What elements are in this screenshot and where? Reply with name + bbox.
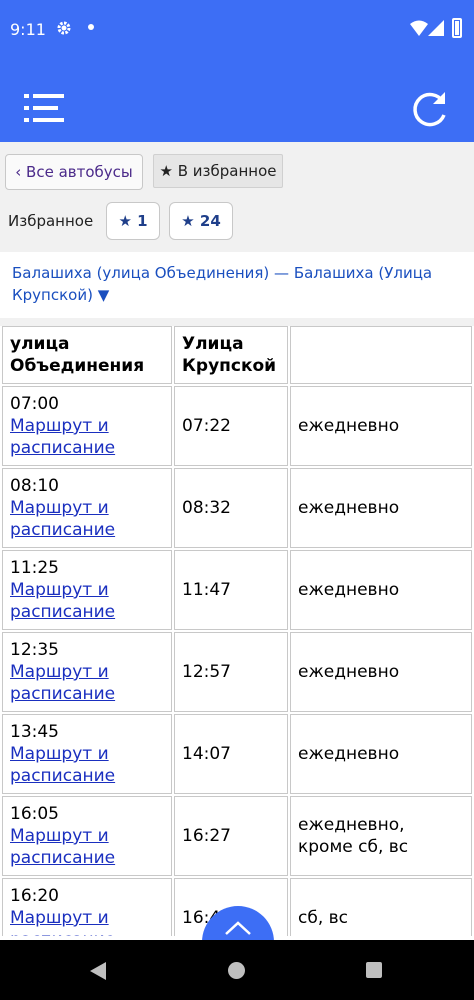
days-cell: ежедневно xyxy=(290,632,472,712)
table-row: 08:10 Маршрут и расписание 08:32 ежедневн… xyxy=(2,468,472,548)
arrival-time: 08:32 xyxy=(174,468,288,548)
app-bar xyxy=(0,60,474,142)
system-nav-bar xyxy=(0,940,474,1000)
departure-time: 11:25 xyxy=(10,558,59,578)
favorite-chip-24[interactable]: ★ 24 xyxy=(169,202,233,240)
departure-time: 16:05 xyxy=(10,804,59,824)
route-schedule-link[interactable]: Маршрут и расписание xyxy=(10,908,115,936)
departure-time: 08:10 xyxy=(10,476,59,496)
header-arrival: Улица Крупской xyxy=(174,326,288,384)
days-cell: ежедневно xyxy=(290,468,472,548)
arrival-time: 14:07 xyxy=(174,714,288,794)
favorites-label: Избранное xyxy=(8,212,94,230)
nav-home-icon[interactable] xyxy=(228,962,245,979)
chevron-up-icon xyxy=(225,921,251,935)
table-header-row: улица Объединения Улица Крупской xyxy=(2,326,472,384)
route-schedule-link[interactable]: Маршрут и расписание xyxy=(10,416,115,458)
departure-time: 07:00 xyxy=(10,394,59,414)
route-schedule-link[interactable]: Маршрут и расписание xyxy=(10,826,115,868)
route-schedule-link[interactable]: Маршрут и расписание xyxy=(10,744,115,786)
gear-icon xyxy=(57,21,71,35)
route-schedule-link[interactable]: Маршрут и расписание xyxy=(10,662,115,704)
status-bar: 9:11 xyxy=(0,0,474,60)
all-buses-button[interactable]: ‹ Все автобусы xyxy=(5,154,143,190)
arrival-time: 16:27 xyxy=(174,796,288,876)
table-row: 16:05 Маршрут и расписание 16:27 ежедневн… xyxy=(2,796,472,876)
favorite-chip-1[interactable]: ★ 1 xyxy=(106,202,160,240)
notification-dot-icon xyxy=(88,24,94,30)
route-schedule-link[interactable]: Маршрут и расписание xyxy=(10,580,115,622)
table-row: 11:25 Маршрут и расписание 11:47 ежедневн… xyxy=(2,550,472,630)
departure-cell: 12:35 Маршрут и расписание xyxy=(2,632,172,712)
days-cell: ежедневно xyxy=(290,550,472,630)
days-cell: сб, вс xyxy=(290,878,472,936)
table-row: 13:45 Маршрут и расписание 14:07 ежедневн… xyxy=(2,714,472,794)
battery-icon xyxy=(452,18,462,38)
departure-cell: 11:25 Маршрут и расписание xyxy=(2,550,172,630)
arrival-time: 11:47 xyxy=(174,550,288,630)
departure-time: 13:45 xyxy=(10,722,59,742)
departure-time: 12:35 xyxy=(10,640,59,660)
refresh-icon[interactable] xyxy=(410,88,450,128)
nav-back-icon[interactable] xyxy=(90,962,106,980)
days-cell: ежедневно xyxy=(290,714,472,794)
header-departure: улица Объединения xyxy=(2,326,172,384)
timetable: улица Объединения Улица Крупской 07:00 Ма… xyxy=(0,324,474,936)
header-days xyxy=(290,326,472,384)
departure-cell: 16:05 Маршрут и расписание xyxy=(2,796,172,876)
signal-icon xyxy=(428,20,444,36)
departure-cell: 13:45 Маршрут и расписание xyxy=(2,714,172,794)
add-to-favorites-button[interactable]: ★ В избранное xyxy=(153,154,283,188)
departure-time: 16:20 xyxy=(10,886,59,906)
departure-cell: 08:10 Маршрут и расписание xyxy=(2,468,172,548)
menu-list-icon[interactable] xyxy=(24,94,64,122)
departure-cell: 16:20Маршрут и расписание xyxy=(2,878,172,936)
departure-cell: 07:00 Маршрут и расписание xyxy=(2,386,172,466)
timetable-table: улица Объединения Улица Крупской 07:00 Ма… xyxy=(0,324,474,936)
wifi-icon xyxy=(410,20,428,36)
arrival-time: 12:57 xyxy=(174,632,288,712)
status-time: 9:11 xyxy=(10,20,46,39)
days-cell: ежедневно, кроме сб, вс xyxy=(290,796,472,876)
days-cell: ежедневно xyxy=(290,386,472,466)
route-selector[interactable]: Балашиха (улица Объединения) — Балашиха … xyxy=(12,262,462,306)
controls-panel: ‹ Все автобусы ★ В избранное Избранное ★… xyxy=(0,142,474,252)
nav-recents-icon[interactable] xyxy=(366,962,382,978)
table-row: 07:00 Маршрут и расписание 07:22 ежедневн… xyxy=(2,386,472,466)
table-row: 12:35 Маршрут и расписание 12:57 ежедневн… xyxy=(2,632,472,712)
arrival-time: 07:22 xyxy=(174,386,288,466)
route-schedule-link[interactable]: Маршрут и расписание xyxy=(10,498,115,540)
